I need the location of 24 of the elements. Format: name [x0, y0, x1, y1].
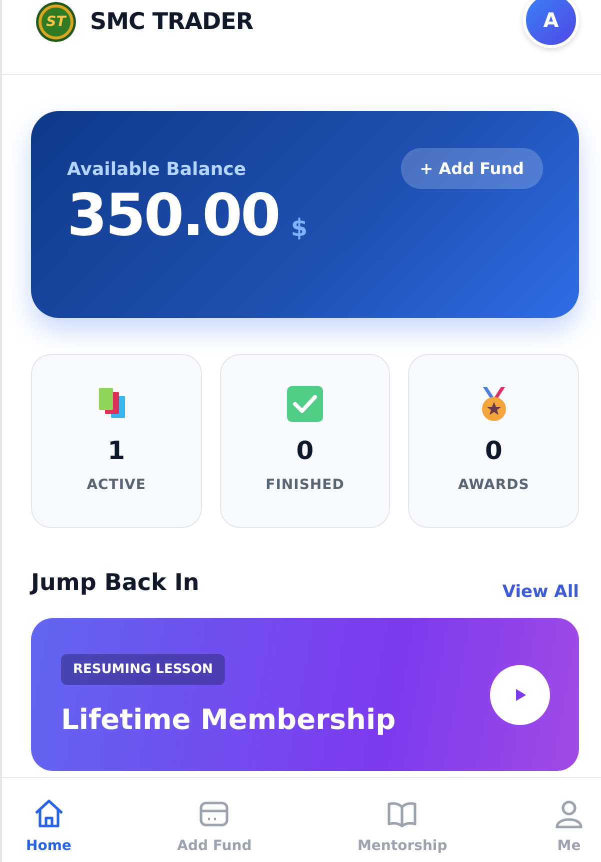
lesson-card[interactable]: RESUMING LESSON Lifetime Membership: [31, 618, 579, 771]
view-all-link[interactable]: View All: [502, 582, 579, 602]
nav-tab[interactable]: Me: [546, 778, 591, 862]
stat-value: 0: [484, 436, 502, 465]
stat-label: AWARDS: [458, 477, 530, 493]
lesson-badge: RESUMING LESSON: [61, 654, 225, 684]
app-title: SMC TRADER: [90, 9, 254, 35]
home-icon: [32, 798, 65, 830]
nav-tab[interactable]: Mentorship: [352, 778, 454, 862]
lesson-title: Lifetime Membership: [61, 702, 396, 736]
avatar-button[interactable]: A: [523, 0, 579, 48]
stat-value: 1: [108, 436, 126, 465]
balance-label: Available Balance: [67, 159, 248, 180]
stat-label: FINISHED: [266, 477, 344, 493]
stat-value: 0: [296, 436, 314, 465]
nav-tab[interactable]: Home: [20, 778, 78, 862]
checkmark-icon: [286, 386, 323, 422]
balance-amount: 350.00: [67, 184, 279, 248]
user-icon: [552, 798, 585, 830]
stat-label: ACTIVE: [86, 477, 146, 493]
nav-tab[interactable]: Add Fund: [171, 778, 258, 862]
section-title: Jump Back In: [31, 570, 200, 596]
currency-symbol: $: [290, 214, 308, 244]
add-fund-button[interactable]: + Add Fund: [400, 148, 543, 189]
